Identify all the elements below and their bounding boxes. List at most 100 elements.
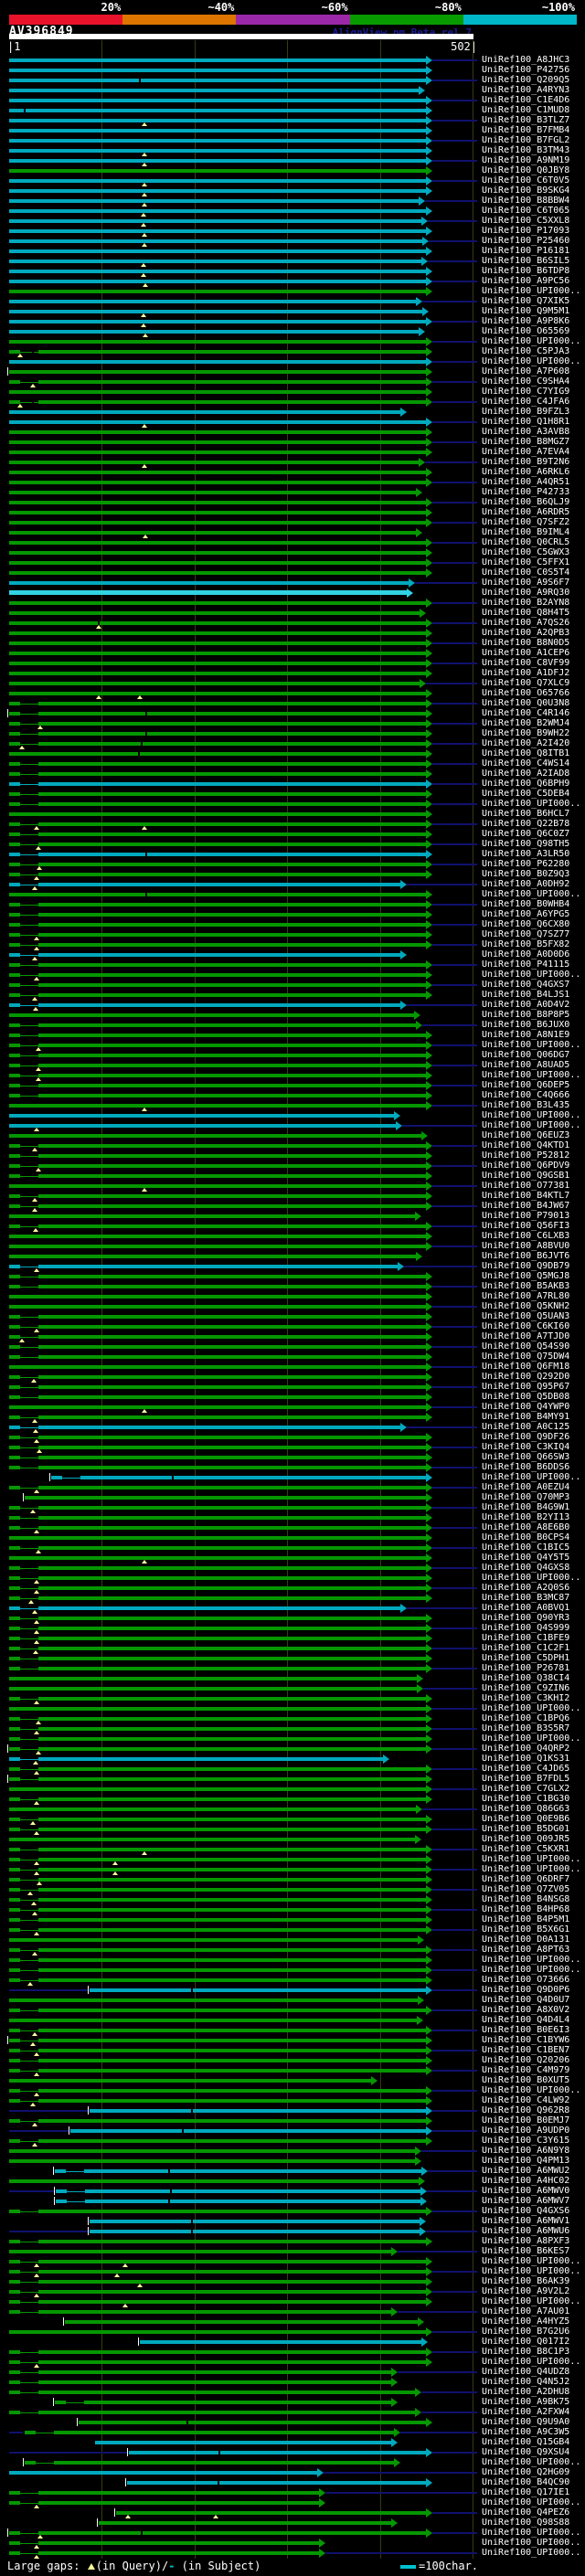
hit-bar[interactable] xyxy=(9,1546,427,1550)
hit-bar[interactable] xyxy=(9,2069,427,2072)
hit-bar[interactable] xyxy=(9,79,427,82)
hit-label[interactable]: UniRef100_C5PJA3 xyxy=(482,346,569,356)
hit-label[interactable]: UniRef100_B6JUX0 xyxy=(482,1020,569,1030)
hit-bar[interactable] xyxy=(9,229,427,233)
hit-bar[interactable] xyxy=(9,1687,418,1691)
hit-label[interactable]: UniRef100_UPI000.. xyxy=(482,1573,580,1583)
hit-bar[interactable] xyxy=(9,1596,427,1600)
hit-label[interactable]: UniRef100_Q6CX80 xyxy=(482,919,569,929)
hit-bar[interactable] xyxy=(9,1667,427,1670)
hit-bar[interactable] xyxy=(9,1617,427,1620)
hit-bar[interactable] xyxy=(9,1204,427,1208)
hit-label[interactable]: UniRef100_B3TLZ7 xyxy=(482,115,569,125)
hit-label[interactable]: UniRef100_Q22B78 xyxy=(482,819,569,829)
hit-label[interactable]: UniRef100_C1E4D6 xyxy=(482,95,569,105)
hit-bar[interactable] xyxy=(9,1858,427,1861)
hit-label[interactable]: UniRef100_Q2HG09 xyxy=(482,2467,569,2477)
hit-label[interactable]: UniRef100_Q7SFZ2 xyxy=(482,517,569,527)
hit-label[interactable]: UniRef100_A4HC02 xyxy=(482,2176,569,2186)
hit-bar[interactable] xyxy=(9,149,427,153)
hit-label[interactable]: UniRef100_Q0CRL5 xyxy=(482,537,569,547)
hit-bar[interactable] xyxy=(9,822,427,826)
hit-label[interactable]: UniRef100_A2FXW4 xyxy=(482,2407,569,2417)
hit-label[interactable]: UniRef100_A2QPB3 xyxy=(482,628,569,638)
hit-bar[interactable] xyxy=(9,581,410,585)
hit-label[interactable]: UniRef100_A2DHU8 xyxy=(482,2387,569,2397)
hit-label[interactable]: UniRef100_Q90YR3 xyxy=(482,1613,569,1623)
hit-bar[interactable] xyxy=(9,692,427,695)
hit-label[interactable]: UniRef100_B0Z9Q3 xyxy=(482,869,569,879)
hit-bar[interactable] xyxy=(9,310,423,313)
hit-bar[interactable] xyxy=(9,1114,394,1118)
hit-bar[interactable] xyxy=(9,1194,427,1198)
hit-label[interactable]: UniRef100_Q9XSU4 xyxy=(482,2447,569,2457)
hit-label[interactable]: UniRef100_A8PT63 xyxy=(482,1945,569,1955)
hit-label[interactable]: UniRef100_Q8ITB1 xyxy=(482,748,569,758)
hit-label[interactable]: UniRef100_A9UDP0 xyxy=(482,2125,569,2136)
hit-bar[interactable] xyxy=(9,380,427,384)
hit-bar[interactable] xyxy=(9,1727,427,1731)
hit-label[interactable]: UniRef100_B3MC87 xyxy=(482,1593,569,1603)
hit-label[interactable]: UniRef100_B8N0D5 xyxy=(482,638,569,648)
hit-bar[interactable] xyxy=(9,1797,427,1801)
hit-label[interactable]: UniRef100_B0XUT5 xyxy=(482,2075,569,2085)
hit-bar[interactable] xyxy=(9,1566,427,1570)
hit-bar[interactable] xyxy=(9,792,427,796)
hit-label[interactable]: UniRef100_B6HCL7 xyxy=(482,809,569,819)
hit-bar[interactable] xyxy=(9,290,427,293)
hit-bar[interactable] xyxy=(55,2189,421,2193)
hit-bar[interactable] xyxy=(9,1878,427,1882)
hit-bar[interactable] xyxy=(9,702,427,705)
hit-label[interactable]: UniRef100_B4G9W1 xyxy=(482,1502,569,1512)
hit-label[interactable]: UniRef100_A6N9Y8 xyxy=(482,2146,569,2156)
hit-label[interactable]: UniRef100_B4NSG8 xyxy=(482,1894,569,1904)
hit-bar[interactable] xyxy=(9,1506,427,1510)
hit-bar[interactable] xyxy=(9,129,427,133)
hit-label[interactable]: UniRef100_Q4PM13 xyxy=(482,2156,569,2166)
hit-label[interactable]: UniRef100_UPI000.. xyxy=(482,2457,580,2467)
hit-bar[interactable] xyxy=(9,2049,427,2052)
hit-bar[interactable] xyxy=(9,1657,427,1660)
hit-bar[interactable] xyxy=(9,2119,427,2123)
hit-bar[interactable] xyxy=(9,2280,427,2284)
hit-label[interactable]: UniRef100_UPI000.. xyxy=(482,336,580,346)
hit-label[interactable]: UniRef100_A4RYN3 xyxy=(482,85,569,95)
hit-bar[interactable] xyxy=(115,2511,427,2515)
hit-label[interactable]: UniRef100_B0CPS4 xyxy=(482,1532,569,1542)
hit-label[interactable]: UniRef100_Q1KS31 xyxy=(482,1754,569,1764)
hit-bar[interactable] xyxy=(90,2109,427,2113)
hit-label[interactable]: UniRef100_Q4GXS6 xyxy=(482,2206,569,2216)
hit-label[interactable]: UniRef100_UPI000.. xyxy=(482,2528,580,2538)
hit-label[interactable]: UniRef100_B8P8P5 xyxy=(482,1010,569,1020)
hit-bar[interactable] xyxy=(9,1003,400,1007)
hit-label[interactable]: UniRef100_Q86G63 xyxy=(482,1804,569,1814)
hit-bar[interactable] xyxy=(9,1757,383,1761)
hit-label[interactable]: UniRef100_A9V2L2 xyxy=(482,2286,569,2296)
hit-label[interactable]: UniRef100_A8JHC3 xyxy=(482,55,569,65)
hit-bar[interactable] xyxy=(9,1807,417,1811)
hit-label[interactable]: UniRef100_A1DFJ2 xyxy=(482,668,569,678)
hit-label[interactable]: UniRef100_A0D4V2 xyxy=(482,1000,569,1010)
hit-bar[interactable] xyxy=(9,2260,427,2263)
hit-bar[interactable] xyxy=(9,1888,427,1892)
hit-label[interactable]: UniRef100_UPI000.. xyxy=(482,1120,580,1130)
hit-bar[interactable] xyxy=(9,682,420,685)
hit-bar[interactable] xyxy=(9,2029,427,2032)
hit-label[interactable]: UniRef100_C1BFE9 xyxy=(482,1633,569,1643)
hit-bar[interactable] xyxy=(9,1456,427,1459)
hit-label[interactable]: UniRef100_A6MWV1 xyxy=(482,2216,569,2226)
hit-label[interactable]: UniRef100_A9BK75 xyxy=(482,2397,569,2407)
hit-bar[interactable] xyxy=(9,983,427,987)
hit-bar[interactable] xyxy=(9,893,427,896)
hit-bar[interactable] xyxy=(9,1707,427,1711)
hit-bar[interactable] xyxy=(9,2179,420,2183)
hit-bar[interactable] xyxy=(90,1988,427,1992)
hit-label[interactable]: UniRef100_Q9D0P6 xyxy=(482,1985,569,1995)
hit-label[interactable]: UniRef100_A9P8K6 xyxy=(482,316,569,326)
hit-label[interactable]: UniRef100_O65766 xyxy=(482,688,569,698)
hit-bar[interactable] xyxy=(9,270,427,273)
hit-bar[interactable] xyxy=(9,189,427,193)
hit-bar[interactable] xyxy=(9,611,420,615)
hit-bar[interactable] xyxy=(9,1446,427,1449)
hit-label[interactable]: UniRef100_UPI000.. xyxy=(482,1703,580,1713)
